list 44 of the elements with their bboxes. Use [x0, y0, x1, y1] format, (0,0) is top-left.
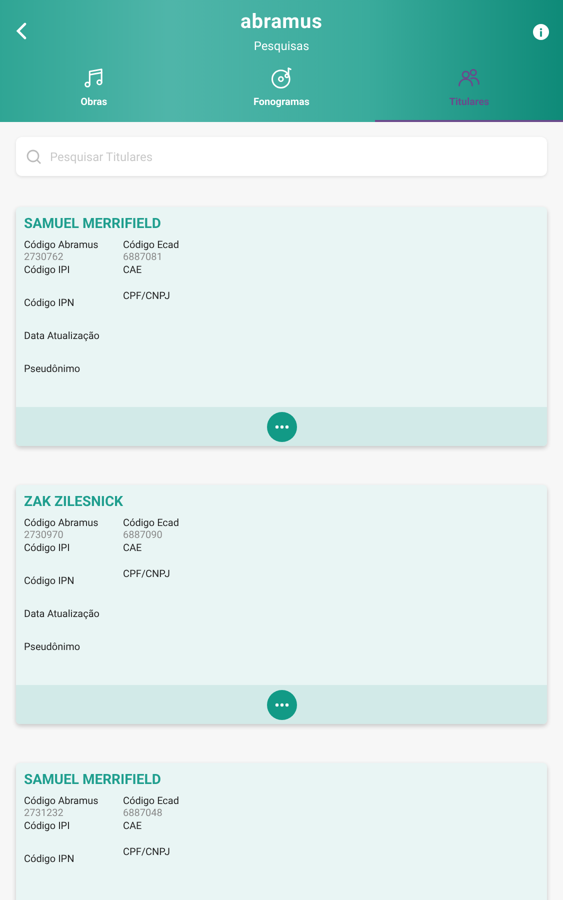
more-button[interactable] — [266, 690, 296, 720]
field-label: CAE — [123, 542, 143, 555]
field-label: Código IPN — [24, 575, 76, 588]
field-label: Data Atualização — [24, 330, 100, 343]
search-icon — [26, 149, 42, 165]
field-label: Código Abramus — [24, 239, 100, 252]
info-button[interactable] — [533, 24, 549, 40]
field-label: Código Ecad — [123, 517, 179, 530]
field-label: Data Atualização — [24, 608, 100, 621]
field-label: Código IPN — [24, 853, 76, 866]
field-label: Código IPN — [24, 297, 76, 310]
field-value: 6887048 — [123, 808, 164, 820]
field-label: Pseudônimo — [24, 363, 82, 376]
field-label: Pseudônimo — [24, 641, 82, 654]
info-icon — [539, 28, 543, 36]
field-label: Código Abramus — [24, 795, 100, 808]
field-value: 6887090 — [123, 530, 164, 542]
field-label: Código Ecad — [123, 795, 179, 808]
tab[interactable]: Titulares — [375, 62, 563, 122]
field-label: Código Ecad — [123, 239, 179, 252]
field-label: CPF/CNPJ — [123, 846, 171, 859]
ellipsis-icon — [274, 424, 288, 428]
page-title: Pesquisas — [254, 38, 310, 54]
field-label: CAE — [123, 820, 143, 833]
titular-name: SAMUEL MERRIFIELD — [24, 771, 162, 789]
field-label: CPF/CNPJ — [123, 568, 171, 581]
tab[interactable]: Fonogramas — [188, 62, 376, 122]
app-logo: abramus — [240, 10, 322, 32]
more-button[interactable] — [266, 412, 296, 442]
field-label: Código IPI — [24, 264, 71, 277]
field-label: Código Abramus — [24, 517, 100, 530]
field-value: 2731232 — [24, 808, 64, 820]
field-label: CAE — [123, 264, 143, 277]
field-value: 2730970 — [24, 530, 64, 542]
titular-name: ZAK ZILESNICK — [24, 493, 124, 511]
field-label: CPF/CNPJ — [123, 290, 171, 303]
tab[interactable]: Obras — [0, 62, 188, 122]
ellipsis-icon — [274, 702, 288, 706]
titular-name: SAMUEL MERRIFIELD — [24, 215, 162, 233]
field-value: 2730762 — [24, 252, 64, 264]
field-label: Código IPI — [24, 820, 71, 833]
disc-note-icon — [268, 65, 294, 91]
field-label: Código IPI — [24, 542, 71, 555]
field-value: 6887081 — [123, 252, 164, 264]
